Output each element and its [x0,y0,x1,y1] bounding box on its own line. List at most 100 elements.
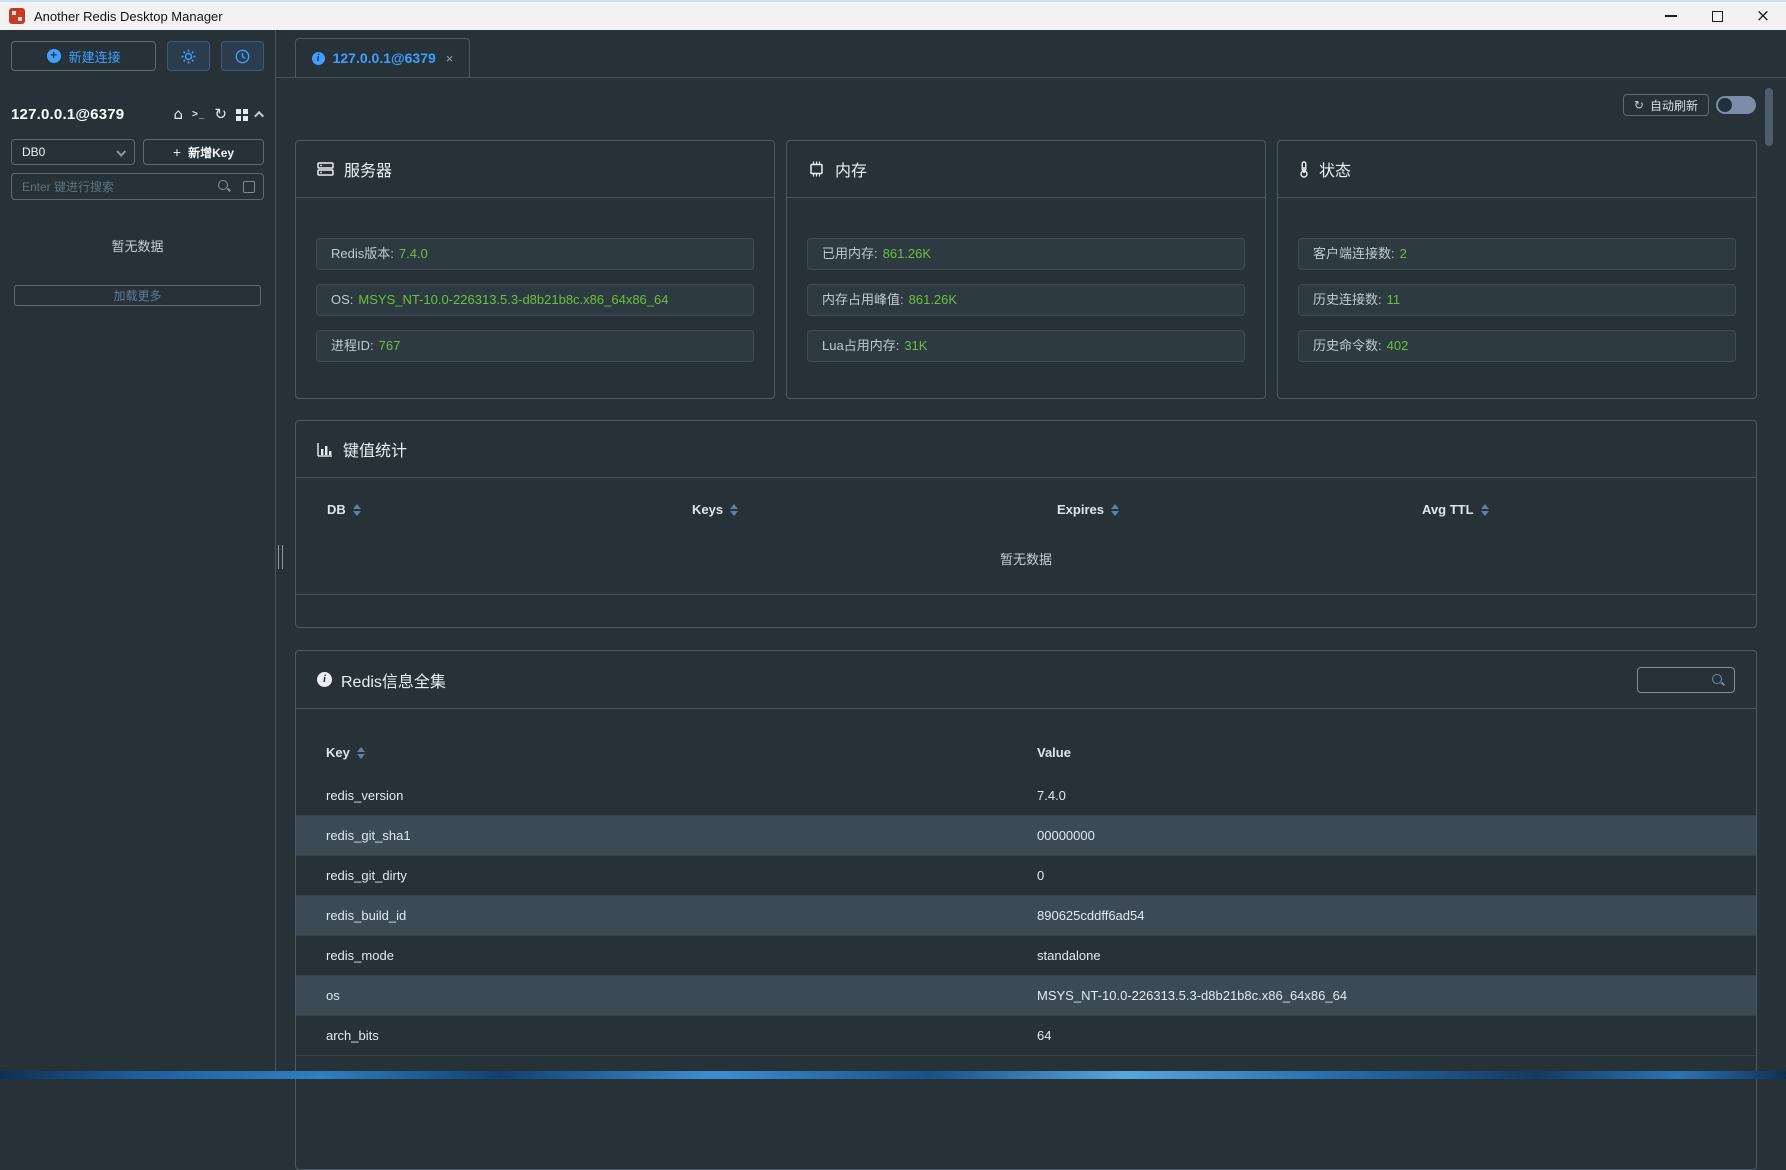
stat-os: OS:MSYS_NT-10.0-226313.5.3-d8b21b8c.x86_… [316,284,754,316]
sort-carets-icon[interactable] [1111,504,1119,516]
new-connection-button[interactable]: + 新建连接 [11,41,156,71]
db-toolbar: DB0 + 新增Key [11,139,264,165]
key-statistics-columns: DB Keys Expires Avg TTL [296,502,1756,517]
tab-close-icon[interactable]: × [446,52,454,65]
clock-icon [235,49,250,64]
table-row[interactable]: os MSYS_NT-10.0-226313.5.3-d8b21b8c.x86_… [296,976,1756,1016]
stat-value: 2 [1400,246,1407,261]
stat-redis-version: Redis版本: 7.4.0 [316,238,754,270]
memory-card: 内存 已用内存:861.26K 内存占用峰值:861.26K Lua占用内存:3… [786,140,1266,399]
row-value: MSYS_NT-10.0-226313.5.3-d8b21b8c.x86_64x… [1037,976,1756,1015]
grid-icon[interactable] [236,109,248,121]
auto-refresh-button[interactable]: ↻ 自动刷新 [1623,94,1709,116]
info-filter-input[interactable] [1637,667,1735,693]
tab-label: 127.0.0.1@6379 [333,50,436,66]
stat-process-id: 进程ID: 767 [316,330,754,362]
stat-value: 7.4.0 [399,246,428,261]
info-icon: i [312,52,325,65]
taskbar-edge [0,1071,1786,1079]
column-expires-label: Expires [1057,502,1104,517]
auto-refresh-label: 自动刷新 [1650,97,1698,114]
home-icon[interactable]: ⌂ [173,107,183,122]
sort-carets-icon[interactable] [730,504,738,516]
bar-chart-icon [317,442,333,457]
stat-value: MSYS_NT-10.0-226313.5.3-d8b21b8c.x86_64x… [358,292,668,307]
gear-icon [181,49,196,64]
toggle-knob [1718,98,1732,112]
close-button[interactable]: × [1740,2,1786,30]
memory-icon [808,161,825,177]
minimize-button[interactable] [1648,2,1694,30]
server-card: 服务器 Redis版本: 7.4.0 OS:MSYS_NT-10.0-226313… [295,140,775,399]
server-icon [317,161,334,177]
row-key: redis_git_sha1 [296,816,1037,855]
row-value: 0 [1037,856,1756,895]
memory-card-header: 内存 [787,141,1265,198]
minimize-icon [1665,15,1677,17]
stat-value: 861.26K [883,246,931,261]
key-statistics-empty-text: 暂无数据 [296,549,1756,568]
column-db[interactable]: DB [296,502,661,517]
info-icon: i [317,672,332,687]
row-value: 7.4.0 [1037,776,1756,815]
add-key-button[interactable]: + 新增Key [143,139,264,165]
db-select-value: DB0 [22,145,45,159]
table-row[interactable]: redis_git_dirty 0 [296,856,1756,896]
table-row[interactable]: redis_mode standalone [296,936,1756,976]
sort-carets-icon[interactable] [357,747,365,759]
stat-label: 内存占用峰值: [822,292,904,307]
status-card-title: 状态 [1319,157,1351,181]
sidebar-resize-handle[interactable] [278,545,283,569]
stat-total-connections: 历史连接数: 11 [1298,284,1736,316]
stat-total-commands: 历史命令数:402 [1298,330,1736,362]
key-statistics-header: 键值统计 [296,421,1756,478]
search-icon[interactable] [218,180,232,194]
row-key: redis_mode [296,936,1037,975]
refresh-icon[interactable]: ↻ [214,107,227,122]
table-row[interactable]: redis_git_sha1 00000000 [296,816,1756,856]
add-key-label: 新增Key [188,144,234,161]
column-avg-ttl[interactable]: Avg TTL [1391,502,1756,517]
column-keys[interactable]: Keys [661,502,1026,517]
status-page: ↻ 自动刷新 服务器 [276,78,1786,1079]
db-select[interactable]: DB0 [11,139,135,165]
auto-refresh-toggle[interactable] [1716,96,1756,114]
terminal-icon[interactable]: >_ [192,109,205,120]
status-cards: 服务器 Redis版本: 7.4.0 OS:MSYS_NT-10.0-226313… [295,140,1757,399]
exact-search-checkbox[interactable] [243,181,255,193]
column-expires[interactable]: Expires [1026,502,1391,517]
connection-name: 127.0.0.1@6379 [11,106,124,123]
column-key[interactable]: Key [296,745,1037,760]
stat-lua-memory: Lua占用内存:31K [807,330,1245,362]
column-value: Value [1037,745,1756,760]
connection-header[interactable]: 127.0.0.1@6379 ⌂ >_ ↻ [11,106,264,123]
row-value: 64 [1037,1016,1756,1055]
server-card-body: Redis版本: 7.4.0 OS:MSYS_NT-10.0-226313.5.3… [296,198,774,382]
stat-value: 11 [1387,292,1401,307]
load-more-button[interactable]: 加载更多 [14,285,261,306]
stat-label: 历史连接数: [1313,292,1382,307]
stat-label: Lua占用内存: [822,338,899,353]
row-value: standalone [1037,936,1756,975]
tab-connection[interactable]: i 127.0.0.1@6379 × [295,38,470,77]
history-button[interactable] [221,41,264,71]
sort-carets-icon[interactable] [353,504,361,516]
stat-value: 767 [379,338,401,353]
redis-info-title: Redis信息全集 [341,668,446,692]
collapse-chevron-up-icon[interactable] [254,111,264,121]
sort-carets-icon[interactable] [1481,504,1489,516]
table-row[interactable]: redis_build_id 890625cddff6ad54 [296,896,1756,936]
scrollbar-thumb[interactable] [1765,88,1773,146]
table-bottom-border [296,594,1756,595]
table-row[interactable]: arch_bits 64 [296,1016,1756,1056]
maximize-button[interactable] [1694,2,1740,30]
stat-label: Redis版本: [331,246,394,261]
settings-button[interactable] [167,41,210,71]
server-card-title: 服务器 [344,157,392,181]
key-statistics-panel: 键值统计 DB Keys Expires [295,420,1757,628]
stat-label: 进程ID: [331,338,374,353]
redis-info-header: i Redis信息全集 [296,651,1756,709]
table-row[interactable]: redis_version 7.4.0 [296,776,1756,816]
app-frame: + 新建连接 [0,30,1786,1079]
app-logo-icon [9,8,25,24]
